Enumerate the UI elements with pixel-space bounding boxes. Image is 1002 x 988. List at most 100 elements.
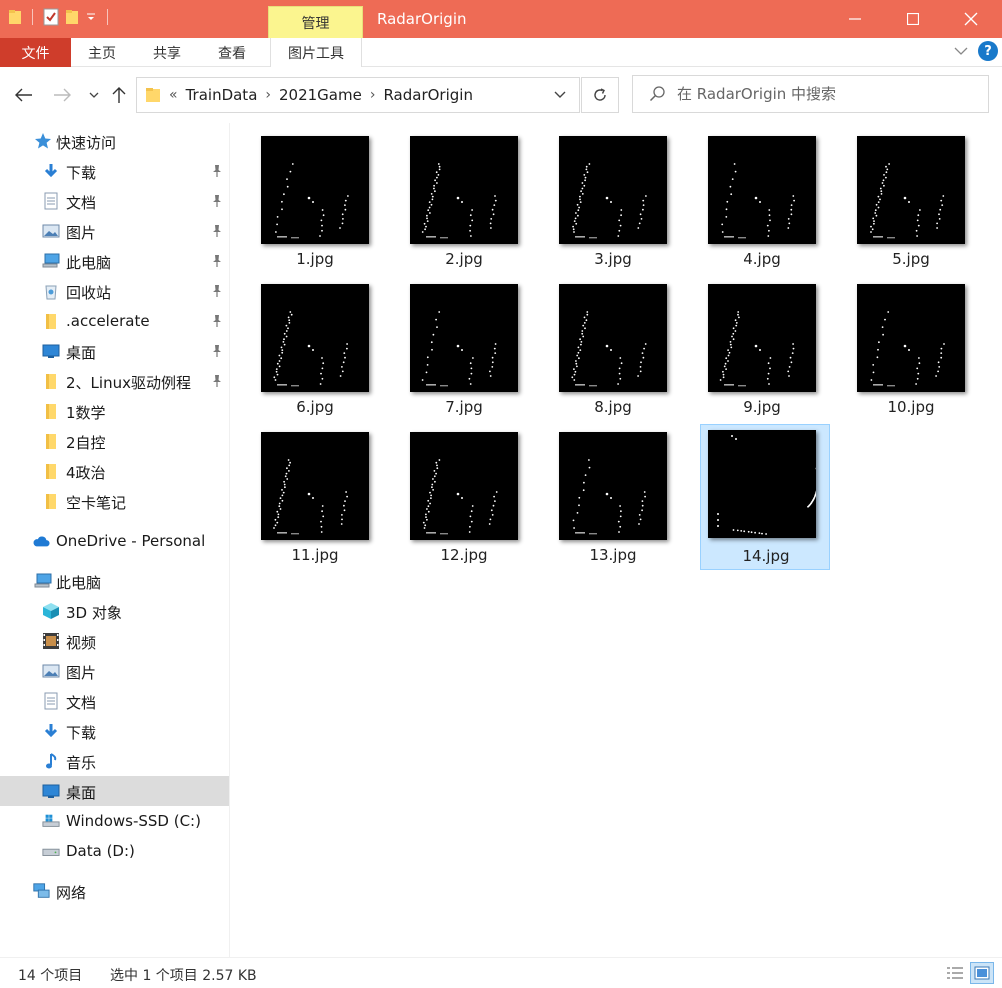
folder-icon[interactable] [8,8,22,26]
search-icon [649,86,665,102]
file-tile[interactable]: 2.jpg [380,123,518,269]
breadcrumb-radarorigin[interactable]: RadarOrigin [383,86,473,104]
file-name: 9.jpg [743,398,781,416]
download-icon [42,162,60,180]
sidebar-item[interactable]: 2、Linux驱动例程 [0,366,229,396]
sidebar-item[interactable]: 2自控 [0,426,229,456]
file-tile[interactable]: 12.jpg [380,419,518,565]
maximize-button[interactable] [884,0,942,38]
sidebar-item[interactable]: 下载 [0,716,229,746]
sidebar-item-label: 视频 [66,634,97,652]
breadcrumb-traindata[interactable]: TrainData [186,86,258,104]
file-name: 10.jpg [887,398,935,416]
minimize-button[interactable] [826,0,884,38]
file-tile[interactable]: 9.jpg [678,271,816,417]
expand-ribbon-icon[interactable] [954,46,968,56]
image-thumbnail [261,432,369,540]
file-tile[interactable]: 3.jpg [529,123,667,269]
file-tile[interactable]: 4.jpg [678,123,816,269]
sidebar-item-label: 文档 [66,194,97,212]
document-icon [42,192,60,210]
sidebar-item-label: 桌面 [66,344,97,362]
sidebar-item[interactable]: 此电脑 [0,246,229,276]
file-name: 8.jpg [594,398,632,416]
sidebar-item[interactable]: 下载 [0,156,229,186]
search-input[interactable] [677,85,977,103]
breadcrumb-overflow[interactable]: « [169,87,178,103]
file-tile[interactable]: 7.jpg [380,271,518,417]
folder-icon [42,372,60,390]
back-button[interactable] [12,83,36,107]
file-tile[interactable]: 8.jpg [529,271,667,417]
sidebar-item[interactable]: 网络 [0,876,229,906]
file-tile[interactable]: 1.jpg [231,123,369,269]
sidebar-item[interactable]: 文档 [0,186,229,216]
file-tile[interactable]: 13.jpg [529,419,667,565]
sidebar-item-label: 桌面 [66,784,97,802]
window-title: RadarOrigin [377,10,467,28]
music-icon [42,752,60,770]
document-icon [42,692,60,710]
sidebar-item[interactable]: 快速访问 [0,126,229,156]
pin-icon [211,374,223,392]
sidebar-item[interactable]: 此电脑 [0,566,229,596]
sidebar-item[interactable]: 1数学 [0,396,229,426]
tab-home[interactable]: 主页 [88,38,116,67]
pin-icon [211,344,223,362]
sidebar-item-label: 1数学 [66,404,106,422]
file-tile[interactable]: 10.jpg [827,271,965,417]
file-view: 1.jpg 2.jpg 3.jpg 4.jpg 5.jpg 6.jpg 7.jpg 8.jpg… [231,123,1002,957]
help-icon[interactable]: ? [978,41,998,61]
sidebar-item[interactable]: Data (D:) [0,836,229,866]
maximize-icon [907,13,919,25]
file-tile[interactable]: 11.jpg [231,419,369,565]
sidebar-item[interactable]: 音乐 [0,746,229,776]
file-name: 12.jpg [440,546,488,564]
sidebar-item[interactable]: Windows-SSD (C:) [0,806,229,836]
file-tile[interactable]: 5.jpg [827,123,965,269]
sidebar-item[interactable]: 3D 对象 [0,596,229,626]
up-button[interactable] [107,83,131,107]
tab-view[interactable]: 查看 [218,38,246,67]
chevron-right-icon[interactable]: › [370,87,376,103]
address-bar[interactable]: « TrainData › 2021Game › RadarOrigin [136,77,580,113]
tab-file[interactable]: 文件 [0,38,71,67]
sidebar-item[interactable]: 桌面 [0,776,229,806]
sidebar-item[interactable]: 回收站 [0,276,229,306]
sidebar-item[interactable]: 视频 [0,626,229,656]
sidebar-item[interactable]: 文档 [0,686,229,716]
search-box[interactable] [632,75,989,113]
customize-dropdown-icon[interactable] [85,11,97,23]
recent-locations-button[interactable] [82,83,106,107]
sidebar-item[interactable]: 图片 [0,216,229,246]
breadcrumb-2021game[interactable]: 2021Game [279,86,362,104]
address-dropdown-icon[interactable] [553,87,567,101]
sidebar-item[interactable]: .accelerate [0,306,229,336]
tab-picture-tools[interactable]: 图片工具 [270,38,362,67]
forward-button[interactable] [50,83,74,107]
tab-manage[interactable]: 管理 [268,6,363,38]
sidebar-item-label: 此电脑 [66,254,112,272]
sidebar-item[interactable]: 桌面 [0,336,229,366]
new-folder-icon[interactable] [65,8,79,26]
file-tile[interactable]: 14.jpg [700,424,830,570]
large-icons-view-button[interactable] [970,962,994,984]
file-tile[interactable]: 6.jpg [231,271,369,417]
image-thumbnail [708,430,816,538]
sidebar-item[interactable]: 4政治 [0,456,229,486]
refresh-button[interactable] [581,77,619,113]
properties-icon[interactable] [43,8,59,26]
star-icon [34,132,52,150]
back-arrow-icon [15,88,32,102]
close-button[interactable] [942,0,1000,38]
toolbar-divider [107,9,108,25]
sidebar-item[interactable]: 空卡笔记 [0,486,229,516]
sidebar-item[interactable]: OneDrive - Personal [0,526,229,556]
minimize-icon [849,18,861,20]
details-view-button[interactable] [943,962,967,984]
desktop-icon [42,782,60,800]
chevron-down-icon [89,92,99,98]
sidebar-item[interactable]: 图片 [0,656,229,686]
tab-share[interactable]: 共享 [153,38,181,67]
chevron-right-icon[interactable]: › [265,87,271,103]
